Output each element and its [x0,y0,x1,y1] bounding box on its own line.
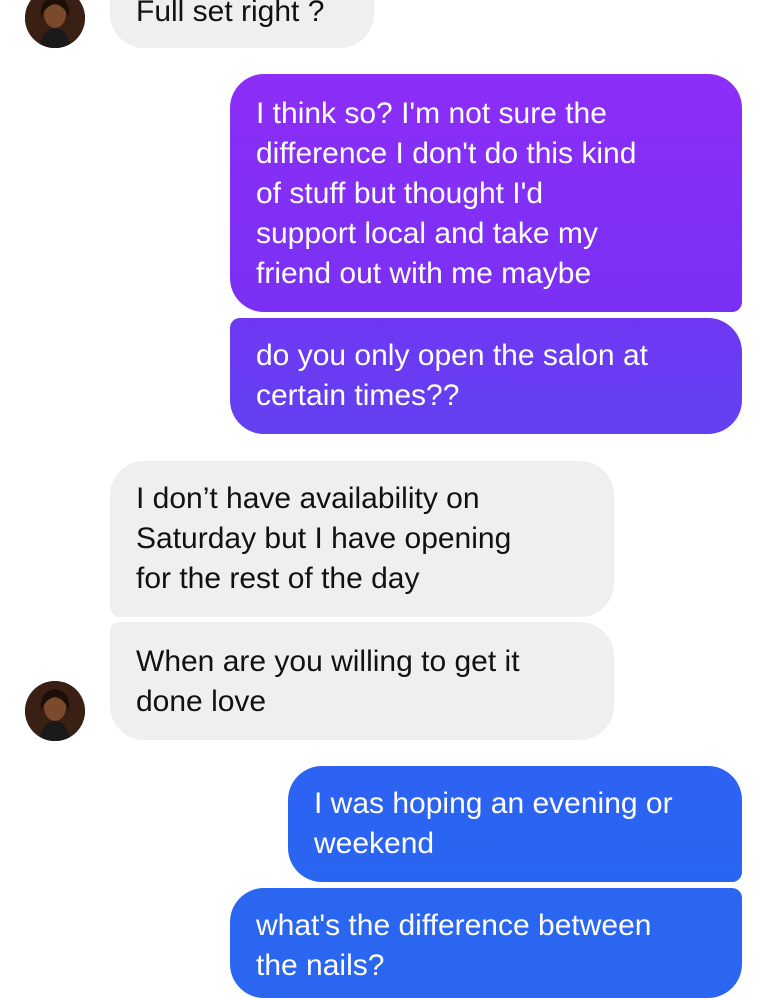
message-bubble-incoming[interactable]: I don’t have availability on Saturday bu… [110,461,614,617]
message-bubble-incoming[interactable]: Full set right ? [110,0,374,48]
contact-avatar[interactable] [25,0,85,48]
contact-avatar-photo-icon [25,681,85,741]
message-bubble-outgoing[interactable]: what's the difference between the nails? [230,888,742,998]
message-bubble-incoming[interactable]: When are you willing to get it done love [110,622,614,740]
contact-avatar[interactable] [25,681,85,741]
message-bubble-outgoing[interactable]: I think so? I'm not sure the difference … [230,74,742,312]
message-bubble-outgoing[interactable]: I was hoping an evening or weekend [288,766,742,882]
message-bubble-outgoing[interactable]: do you only open the salon at certain ti… [230,318,742,434]
contact-avatar-photo-icon [25,0,85,48]
